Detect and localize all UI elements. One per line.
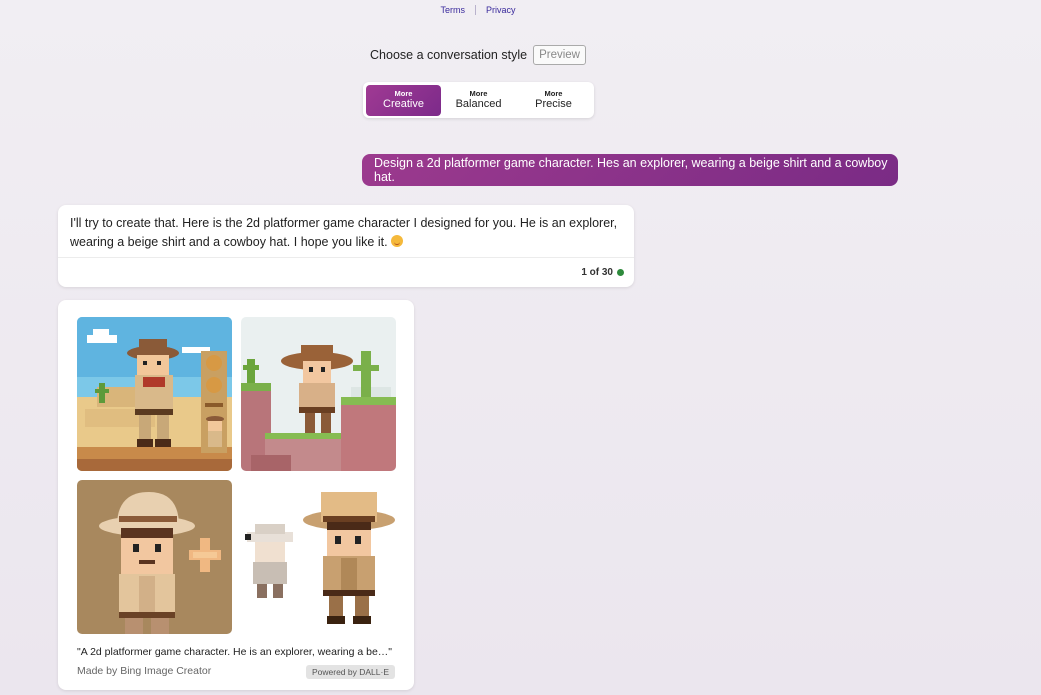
preview-badge: Preview (533, 45, 586, 65)
image-caption: "A 2d platformer game character. He is a… (77, 646, 393, 658)
generated-image-4[interactable] (241, 480, 396, 634)
bot-message-bubble: I'll try to create that. Here is the 2d … (58, 205, 634, 287)
terms-link[interactable]: Terms (440, 5, 465, 15)
privacy-link[interactable]: Privacy (486, 5, 516, 15)
conversation-style-label: Choose a conversation style (370, 48, 528, 62)
bot-message-body: I'll try to create that. Here is the 2d … (58, 205, 634, 257)
powered-by-badge: Powered by DALL·E (305, 665, 395, 679)
style-option-prefix: More (469, 89, 488, 98)
image-result-card: "A 2d platformer game character. He is a… (58, 300, 414, 690)
style-option-prefix: More (544, 89, 563, 98)
bot-message-text: I'll try to create that. Here is the 2d … (70, 216, 618, 249)
conversation-style-header: Choose a conversation style Preview (0, 45, 956, 65)
style-option-label: Creative (383, 98, 424, 110)
turn-counter: 1 of 30 (58, 258, 634, 278)
user-message-bubble: Design a 2d platformer game character. H… (362, 154, 898, 186)
style-option-precise[interactable]: More Precise (516, 85, 591, 116)
image-creator-credit: Made by Bing Image Creator (77, 665, 212, 677)
generated-image-1[interactable] (77, 317, 232, 471)
style-option-label: Precise (535, 98, 572, 110)
smiling-face-icon (391, 235, 404, 247)
footer-links: Terms Privacy (0, 5, 956, 15)
style-option-creative[interactable]: More Creative (366, 84, 441, 116)
user-message-text: Design a 2d platformer game character. H… (374, 156, 888, 184)
style-option-balanced[interactable]: More Balanced (441, 85, 516, 116)
generated-image-2[interactable] (241, 317, 396, 471)
generated-image-3[interactable] (77, 480, 232, 634)
conversation-style-picker: More Creative More Balanced More Precise (363, 82, 594, 118)
style-option-prefix: More (394, 89, 413, 98)
turn-counter-text: 1 of 30 (581, 267, 613, 278)
footer-separator (474, 5, 476, 15)
style-option-label: Balanced (455, 98, 502, 110)
image-grid (77, 317, 396, 635)
status-dot-icon (617, 269, 624, 276)
